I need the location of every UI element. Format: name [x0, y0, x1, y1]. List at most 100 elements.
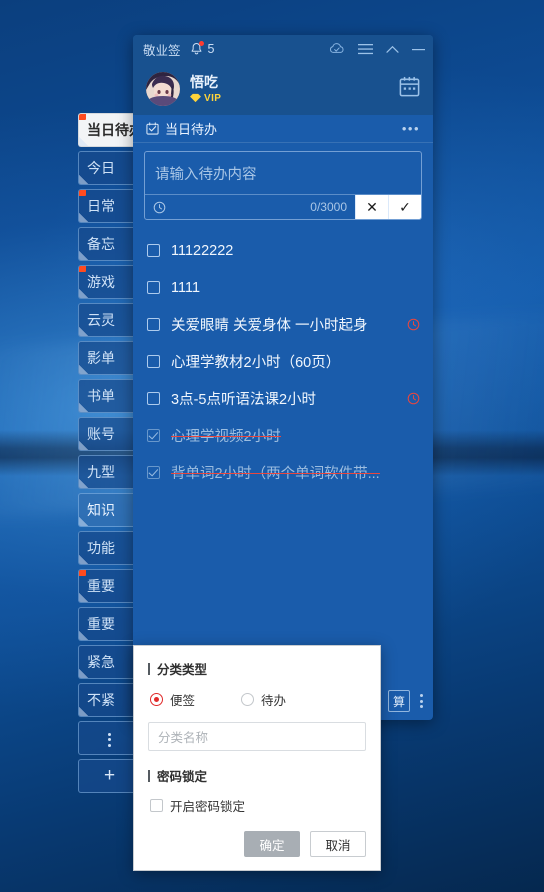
todo-text: 3点-5点听语法课2小时: [171, 392, 317, 408]
sidebar-item-9[interactable]: 九型: [78, 455, 140, 489]
todo-item[interactable]: 11122222: [133, 232, 433, 269]
todo-item[interactable]: 3点-5点听语法课2小时: [133, 380, 433, 417]
reminder-glyph: [407, 318, 420, 331]
clock-icon[interactable]: [145, 201, 174, 214]
notification-count: 5: [207, 42, 215, 56]
calendar-icon[interactable]: [398, 75, 421, 103]
vertical-ellipsis-icon[interactable]: [420, 694, 423, 708]
add-category-button[interactable]: +: [78, 759, 140, 793]
sidebar-item-label: 紧急: [87, 654, 115, 670]
category-type-radio-group: 便签 待办: [150, 690, 366, 709]
dot: [108, 732, 111, 736]
category-name-input[interactable]: 分类名称: [148, 722, 366, 751]
ellipsis-icon[interactable]: •••: [402, 122, 420, 135]
reminder-clock-icon[interactable]: [399, 318, 420, 331]
sidebar-item-label: 功能: [87, 540, 115, 556]
calendar-check-icon: [146, 122, 159, 135]
todo-checkbox[interactable]: [147, 355, 160, 368]
radio-option-label: 待办: [261, 694, 287, 708]
tab-corner-fold: [79, 631, 88, 640]
sidebar-item-8[interactable]: 账号: [78, 417, 140, 451]
sidebar-item-7[interactable]: 书单: [78, 379, 140, 413]
cancel-input-button[interactable]: ✕: [355, 195, 388, 219]
calculator-button[interactable]: 算: [388, 690, 410, 712]
sidebar-item-badge-dot: [79, 114, 86, 120]
sidebar-more-icon[interactable]: [78, 721, 140, 755]
user-profile-row[interactable]: 悟吃 VIP: [133, 63, 433, 115]
char-counter: 0/3000: [310, 200, 347, 214]
todo-checkbox[interactable]: [147, 318, 160, 331]
hamburger-menu-icon[interactable]: [358, 43, 373, 55]
sidebar-item-label: 九型: [87, 464, 115, 480]
avatar[interactable]: [146, 72, 180, 106]
sidebar-item-label: 游戏: [87, 274, 115, 290]
sidebar-item-label: 备忘: [87, 236, 115, 252]
sidebar-item-badge-dot: [79, 266, 86, 272]
calendar-glyph: [399, 76, 420, 97]
todo-item[interactable]: 心理学教材2小时（60页）: [133, 343, 433, 380]
cloud-sync-glyph: [330, 43, 344, 53]
todo-checkbox[interactable]: [147, 392, 160, 405]
sidebar-item-14[interactable]: 紧急: [78, 645, 140, 679]
reminder-clock-icon[interactable]: [399, 392, 420, 405]
sidebar-item-badge-dot: [79, 190, 86, 196]
sidebar-item-6[interactable]: 影单: [78, 341, 140, 375]
todo-item[interactable]: 背单词2小时（两个单词软件带...: [133, 454, 433, 491]
todo-checkbox[interactable]: [147, 244, 160, 257]
radio-option-0[interactable]: 便签: [150, 690, 195, 709]
vip-label: VIP: [204, 92, 222, 104]
todo-input[interactable]: 请输入待办内容: [145, 152, 421, 194]
sidebar-item-12[interactable]: 重要: [78, 569, 140, 603]
bell-icon[interactable]: [190, 41, 204, 56]
todo-item[interactable]: 1111: [133, 269, 433, 306]
todo-text: 心理学教材2小时（60页）: [171, 355, 341, 371]
checkbox-box: [150, 799, 163, 812]
sidebar-item-5[interactable]: 云灵: [78, 303, 140, 337]
category-sidebar: 当日待办 今日 日常 备忘 游戏 云灵 影单 书单 账号 九型 知识 功能 重要 重要 紧急 不紧 +: [78, 113, 140, 797]
sidebar-item-3[interactable]: 备忘: [78, 227, 140, 261]
radio-circle: [150, 693, 163, 706]
cancel-button[interactable]: 取消: [310, 831, 366, 857]
todo-panel-header: 当日待办 •••: [133, 115, 433, 143]
dot: [108, 743, 111, 747]
sidebar-item-10[interactable]: 知识: [78, 493, 140, 527]
avatar-illustration: [146, 72, 180, 106]
sidebar-item-label: 书单: [87, 388, 115, 404]
todo-text: 背单词2小时（两个单词软件带...: [171, 462, 380, 483]
sidebar-item-11[interactable]: 功能: [78, 531, 140, 565]
todo-text: 11122222: [171, 242, 234, 259]
cloud-sync-icon[interactable]: [329, 42, 345, 56]
enable-password-lock-checkbox[interactable]: 开启密码锁定: [150, 796, 366, 815]
sidebar-item-13[interactable]: 重要: [78, 607, 140, 641]
type-section-label: 分类类型: [148, 659, 366, 678]
todo-checkbox[interactable]: [147, 429, 160, 442]
sidebar-item-label: 知识: [87, 502, 115, 518]
radio-option-1[interactable]: 待办: [241, 690, 286, 709]
minimize-icon[interactable]: [412, 45, 425, 54]
sidebar-item-15[interactable]: 不紧: [78, 683, 140, 717]
todo-checkbox[interactable]: [147, 281, 160, 294]
sidebar-item-0[interactable]: 当日待办: [78, 113, 140, 147]
tab-corner-fold: [79, 365, 88, 374]
reminder-glyph: [407, 392, 420, 405]
dot: [420, 694, 423, 697]
todo-item[interactable]: 关爱眼睛 关爱身体 一小时起身: [133, 306, 433, 343]
todo-item[interactable]: 心理学视频2小时: [133, 417, 433, 454]
window-controls: [329, 42, 425, 56]
todo-checkbox[interactable]: [147, 466, 160, 479]
sidebar-item-4[interactable]: 游戏: [78, 265, 140, 299]
sidebar-item-label: 不紧: [87, 692, 115, 708]
app-title: 敬业签: [143, 43, 181, 58]
tab-corner-fold: [79, 479, 88, 488]
confirm-button[interactable]: 确定: [244, 831, 300, 857]
dialog-actions: 确定 取消: [148, 831, 366, 857]
todo-input-box: 请输入待办内容 0/3000 ✕ ✓: [144, 151, 422, 220]
sidebar-item-2[interactable]: 日常: [78, 189, 140, 223]
confirm-input-button[interactable]: ✓: [388, 195, 421, 219]
chevron-up-icon[interactable]: [386, 45, 399, 54]
username: 悟吃: [190, 74, 218, 91]
enable-password-lock-label: 开启密码锁定: [170, 800, 246, 814]
window-titlebar[interactable]: 敬业签 5: [133, 35, 433, 63]
tab-corner-fold: [79, 327, 88, 336]
sidebar-item-1[interactable]: 今日: [78, 151, 140, 185]
